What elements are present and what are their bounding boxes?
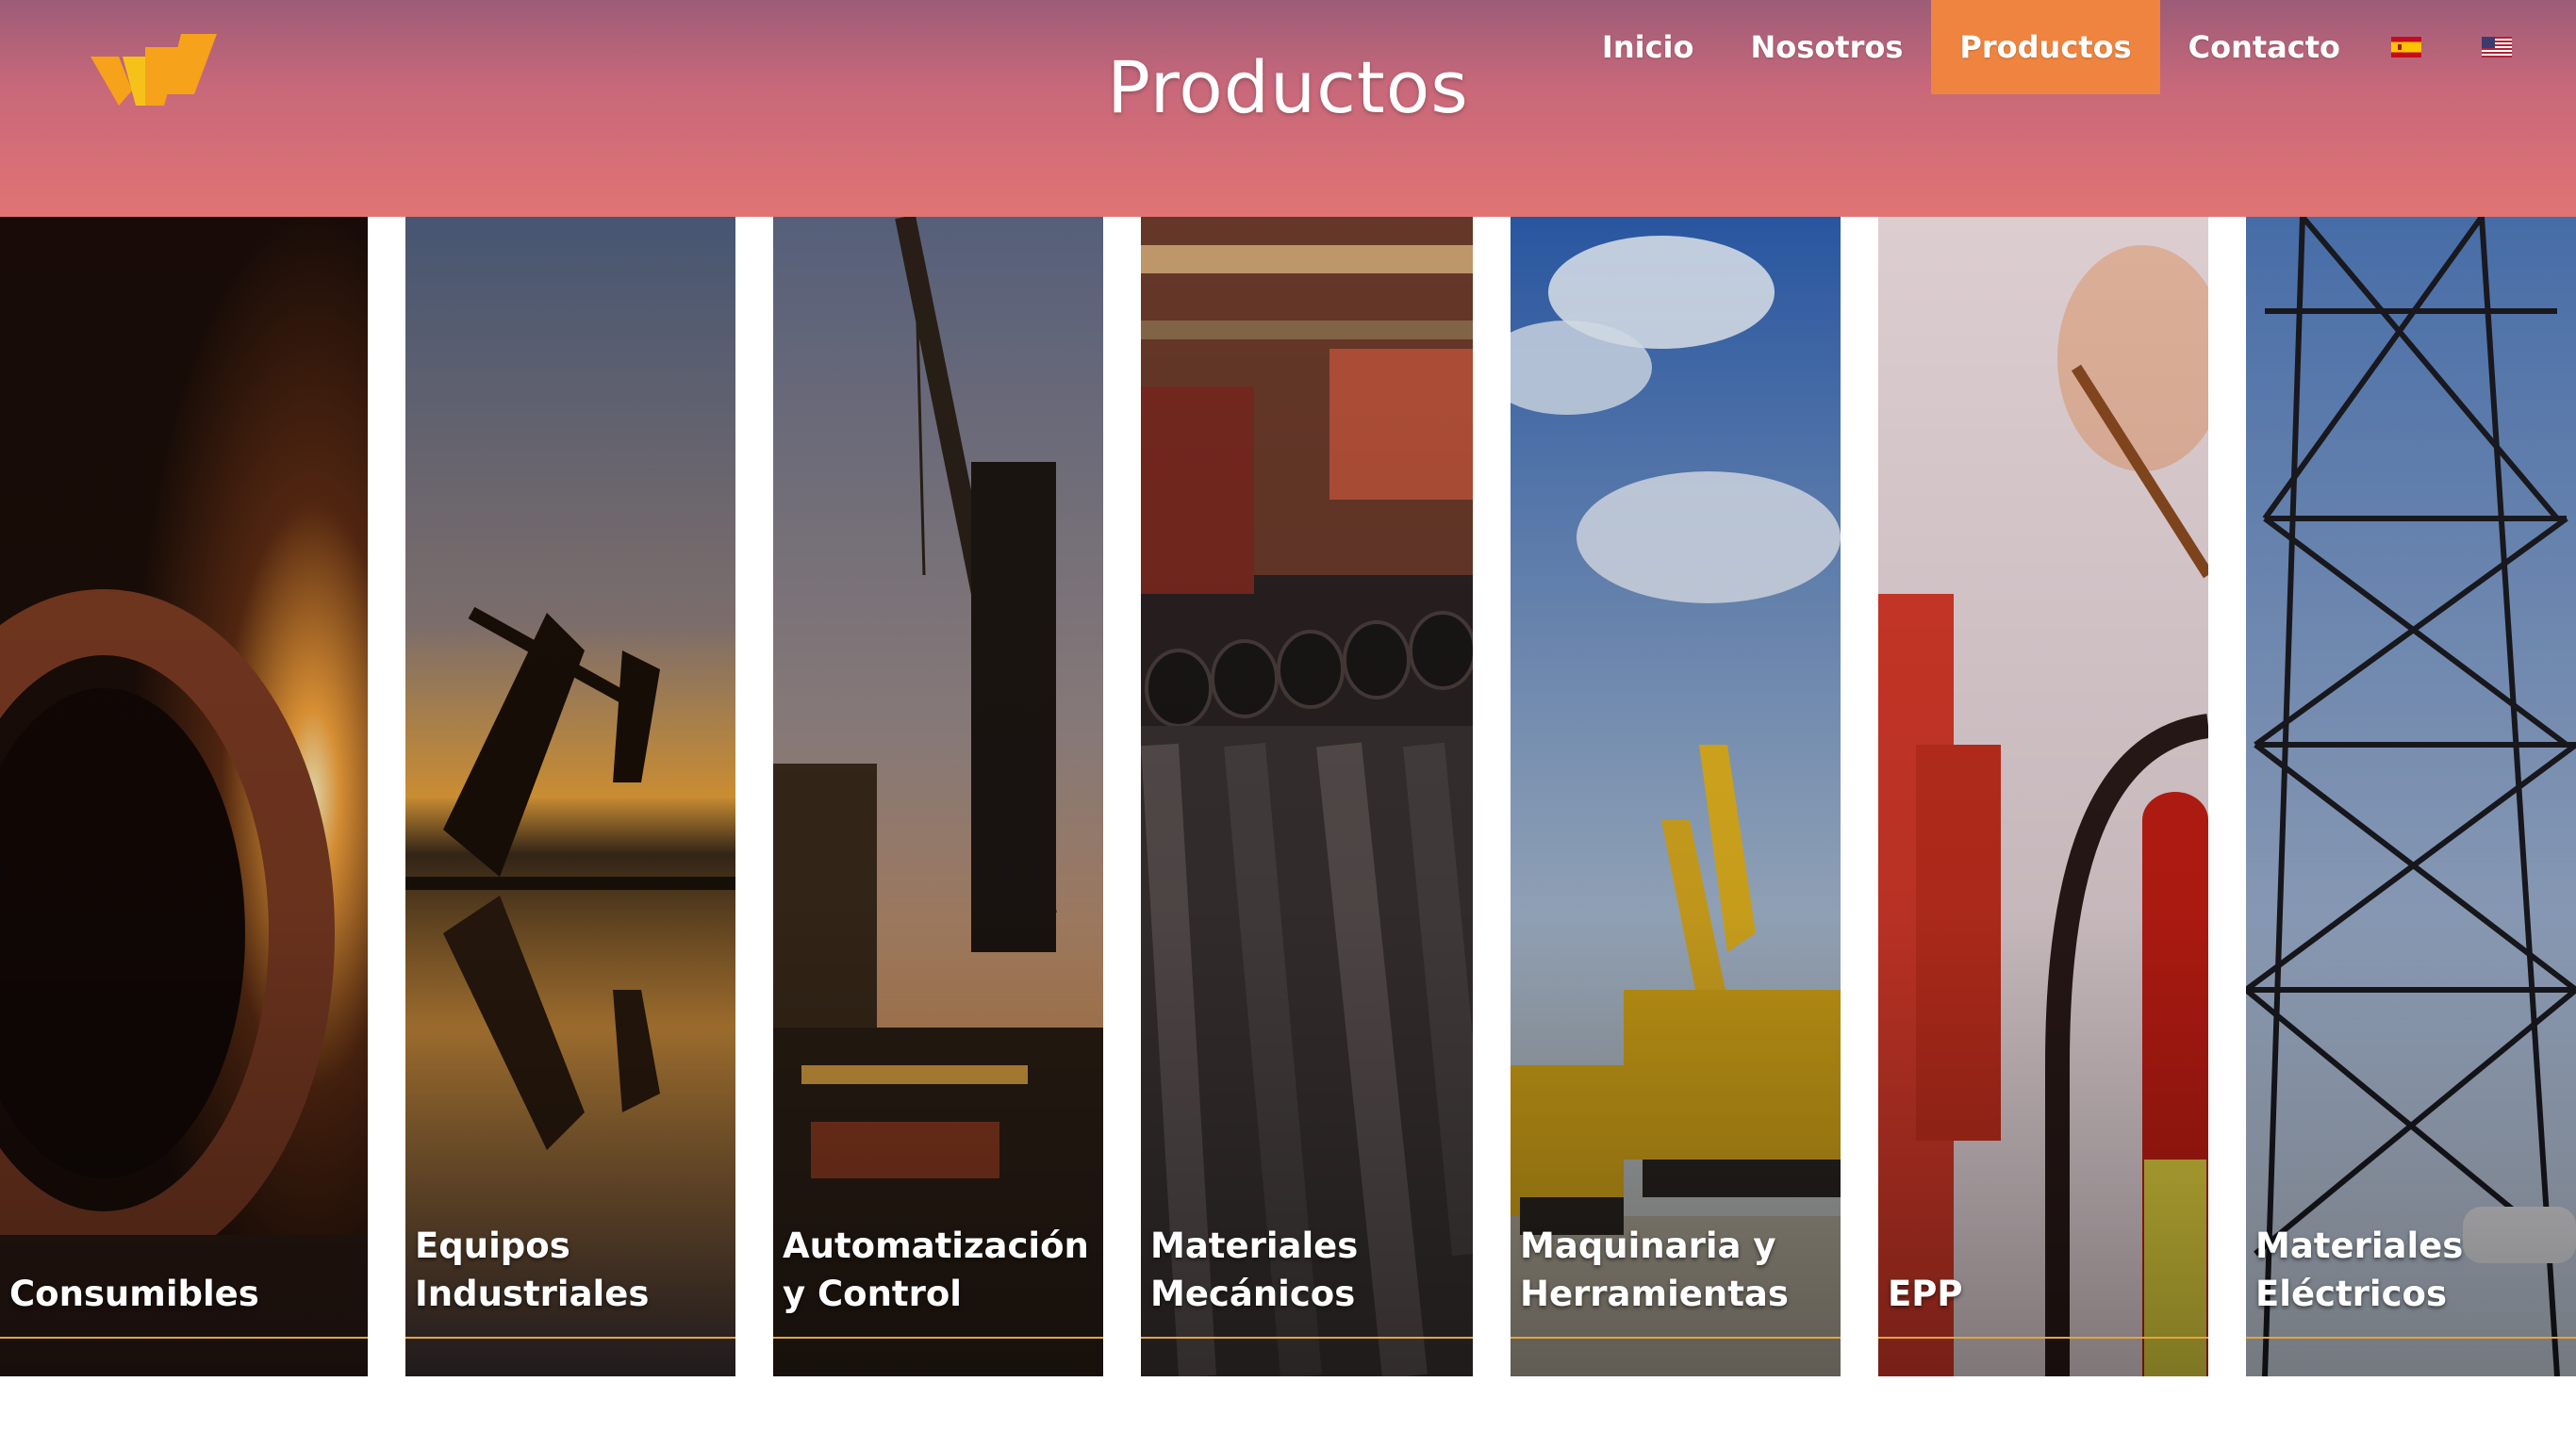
category-label: Maquinaria y Herramientas (1520, 1226, 1789, 1314)
card-overlay (405, 217, 735, 1376)
card-overlay (1141, 217, 1473, 1376)
card-underline (2246, 1337, 2576, 1339)
site-header: Productos Inicio Nosotros Productos Cont… (0, 0, 2576, 217)
usa-flag-icon[interactable] (2482, 37, 2512, 58)
nav-productos[interactable]: Productos (1931, 0, 2160, 94)
card-overlay (2246, 217, 2576, 1376)
card-overlay (1511, 217, 1841, 1376)
category-label: Automatización y Control (783, 1226, 1089, 1314)
nav-contacto[interactable]: Contacto (2160, 0, 2369, 94)
product-categories: Consumibles Equipos Industriales Automat… (0, 217, 2576, 1376)
main-nav: Inicio Nosotros Productos Contacto (1574, 0, 2576, 94)
category-card-consumibles[interactable]: Consumibles (0, 217, 368, 1376)
category-label: Consumibles (9, 1274, 259, 1314)
card-underline (1141, 1337, 1473, 1339)
category-label: Materiales Mecánicos (1150, 1226, 1359, 1314)
card-overlay (0, 217, 368, 1376)
card-underline (0, 1337, 368, 1339)
card-underline (1878, 1337, 2208, 1339)
card-underline (773, 1337, 1103, 1339)
category-card-epp[interactable]: EPP (1878, 217, 2208, 1376)
nav-inicio[interactable]: Inicio (1574, 0, 1723, 94)
spain-flag-icon[interactable] (2391, 37, 2421, 58)
nav-nosotros[interactable]: Nosotros (1723, 0, 1932, 94)
category-card-materiales-electricos[interactable]: Materiales Eléctricos (2246, 217, 2576, 1376)
category-card-equipos-industriales[interactable]: Equipos Industriales (405, 217, 735, 1376)
category-card-automatizacion[interactable]: Automatización y Control (773, 217, 1103, 1376)
card-overlay (773, 217, 1103, 1376)
card-underline (405, 1337, 735, 1339)
category-label: Equipos Industriales (415, 1226, 650, 1314)
category-card-materiales-mecanicos[interactable]: Materiales Mecánicos (1141, 217, 1473, 1376)
category-label: EPP (1888, 1274, 1963, 1314)
category-label: Materiales Eléctricos (2255, 1226, 2464, 1314)
card-underline (1511, 1337, 1841, 1339)
category-card-maquinaria[interactable]: Maquinaria y Herramientas (1511, 217, 1841, 1376)
card-overlay (1878, 217, 2208, 1376)
